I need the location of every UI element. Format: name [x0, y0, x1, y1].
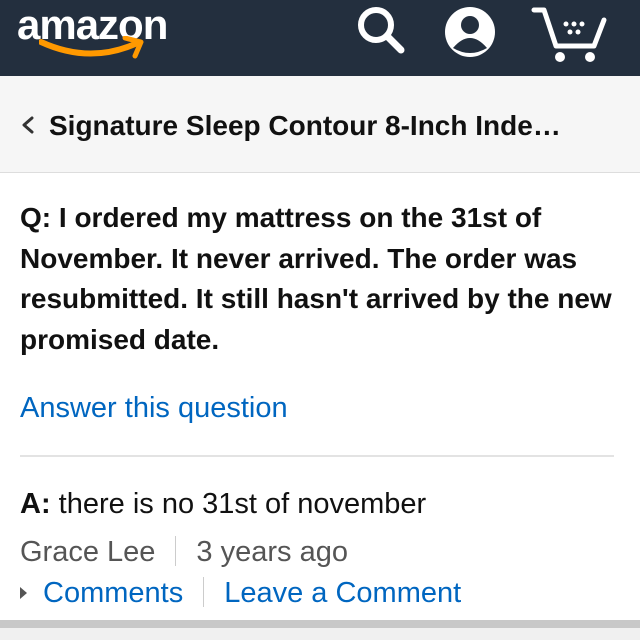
search-icon[interactable] — [355, 4, 407, 56]
answer-text: there is no 31st of november — [50, 488, 427, 520]
leave-comment-link[interactable]: Leave a Comment — [224, 577, 461, 609]
bottom-area — [0, 628, 640, 640]
amazon-logo[interactable]: amazon — [17, 2, 187, 62]
top-nav-bar: amazon — [0, 0, 640, 76]
answer-question-link[interactable]: Answer this question — [20, 388, 288, 428]
answer-prefix: A: — [20, 488, 51, 520]
cart-icon[interactable] — [530, 4, 608, 64]
breadcrumb: Signature Sleep Contour 8-Inch Inde… — [0, 76, 640, 173]
product-title[interactable]: Signature Sleep Contour 8-Inch Inde… — [49, 109, 629, 143]
meta-separator — [175, 536, 177, 566]
caret-right-icon[interactable] — [20, 587, 27, 599]
answer-row: A: there is no 31st of november — [20, 484, 426, 524]
comments-separator — [203, 577, 205, 607]
answer-time: 3 years ago — [196, 536, 348, 568]
answer-meta: Grace Lee 3 years ago — [20, 532, 348, 572]
comments-link[interactable]: Comments — [43, 577, 183, 609]
divider — [20, 455, 614, 457]
author-name: Grace Lee — [20, 536, 156, 568]
comments-row: Comments Leave a Comment — [20, 573, 461, 613]
chevron-left-icon[interactable] — [20, 116, 36, 134]
question-text: Q: I ordered my mattress on the 31st of … — [20, 202, 612, 355]
account-icon[interactable] — [442, 4, 498, 60]
bottom-divider-bar — [0, 620, 640, 628]
logo-smile-icon — [39, 36, 144, 59]
